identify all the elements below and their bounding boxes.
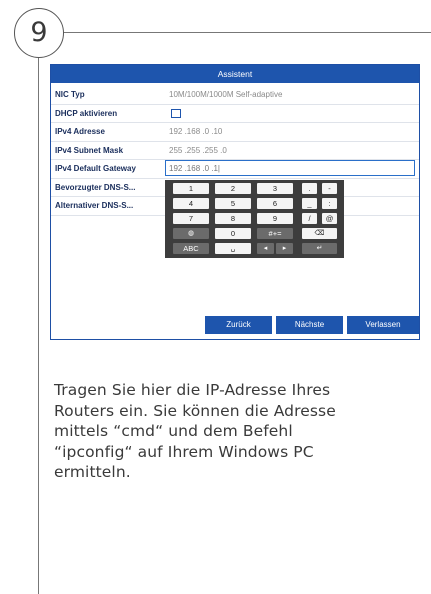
key-4[interactable]: 4 <box>173 198 209 209</box>
ipv4-address-label: IPv4 Adresse <box>55 127 105 136</box>
exit-button[interactable]: Verlassen <box>347 316 419 334</box>
key-0[interactable]: 0 <box>215 228 251 239</box>
key-1[interactable]: 1 <box>173 183 209 194</box>
instruction-line: mittels “cmd“ und dem Befehl <box>54 422 293 440</box>
key-dash[interactable]: - <box>322 183 337 194</box>
step-number-badge: 9 <box>14 8 64 58</box>
nic-type-label: NIC Typ <box>55 90 85 99</box>
instruction-line: ermitteln. <box>54 463 131 481</box>
row-dhcp: DHCP aktivieren <box>51 105 419 123</box>
back-button[interactable]: Zurück <box>205 316 272 334</box>
key-dot[interactable]: . <box>302 183 317 194</box>
dhcp-checkbox[interactable] <box>171 108 181 118</box>
default-gateway-input[interactable]: 192 .168 .0 .1| <box>165 160 415 176</box>
ipv4-address-value[interactable]: 192 .168 .0 .10 <box>169 123 222 140</box>
onscreen-keyboard: 1 2 3 . - 4 5 6 _ : 7 8 9 / @ ◍ 0 #+= ⌫ … <box>165 180 344 258</box>
key-slash[interactable]: / <box>302 213 317 224</box>
default-gateway-label: IPv4 Default Gateway <box>55 164 136 173</box>
instruction-line: Routers ein. Sie können die Adresse <box>54 401 336 420</box>
row-default-gateway[interactable]: IPv4 Default Gateway 192 .168 .0 .1| <box>51 160 419 179</box>
assistant-dialog: Assistent NIC Typ 10M/100M/1000M Self-ad… <box>50 64 420 340</box>
subnet-mask-value[interactable]: 255 .255 .255 .0 <box>169 142 227 159</box>
key-2[interactable]: 2 <box>215 183 251 194</box>
row-subnet-mask[interactable]: IPv4 Subnet Mask 255 .255 .255 .0 <box>51 142 419 160</box>
key-5[interactable]: 5 <box>215 198 251 209</box>
key-8[interactable]: 8 <box>215 213 251 224</box>
default-gateway-value: 192 .168 .0 .1| <box>169 164 221 173</box>
key-underscore[interactable]: _ <box>302 198 317 209</box>
decorative-top-line <box>62 32 431 33</box>
space-bar-icon[interactable]: ␣ <box>215 243 251 254</box>
alternate-dns-label: Alternativer DNS-S... <box>55 201 134 210</box>
enter-icon[interactable]: ↵ <box>302 243 337 254</box>
key-at[interactable]: @ <box>322 213 337 224</box>
instruction-line: Tragen Sie hier die IP-Adresse Ihres <box>54 381 331 399</box>
nic-type-value: 10M/100M/1000M Self-adaptive <box>169 90 283 99</box>
backspace-icon[interactable]: ⌫ <box>302 228 337 239</box>
globe-icon[interactable]: ◍ <box>173 228 209 239</box>
key-9[interactable]: 9 <box>257 213 293 224</box>
preferred-dns-label: Bevorzugter DNS-S... <box>55 182 136 192</box>
key-3[interactable]: 3 <box>257 183 293 194</box>
decorative-left-line <box>38 57 39 594</box>
key-symbols[interactable]: #+= <box>257 228 293 239</box>
row-ipv4-address[interactable]: IPv4 Adresse 192 .168 .0 .10 <box>51 123 419 142</box>
dhcp-label: DHCP aktivieren <box>55 108 118 118</box>
key-6[interactable]: 6 <box>257 198 293 209</box>
instruction-line: “ipconfig“ auf Ihrem Windows PC <box>54 442 314 461</box>
key-7[interactable]: 7 <box>173 213 209 224</box>
subnet-mask-label: IPv4 Subnet Mask <box>55 145 124 155</box>
instruction-text: Tragen Sie hier die IP-Adresse Ihres Rou… <box>54 380 384 483</box>
arrow-right-icon[interactable]: ▸ <box>276 243 293 254</box>
arrow-left-icon[interactable]: ◂ <box>257 243 274 254</box>
key-abc[interactable]: ABC <box>173 243 209 254</box>
row-nic-type: NIC Typ 10M/100M/1000M Self-adaptive <box>51 86 419 105</box>
dialog-title: Assistent <box>51 65 419 83</box>
key-colon[interactable]: : <box>322 198 337 209</box>
next-button[interactable]: Nächste <box>276 316 343 334</box>
